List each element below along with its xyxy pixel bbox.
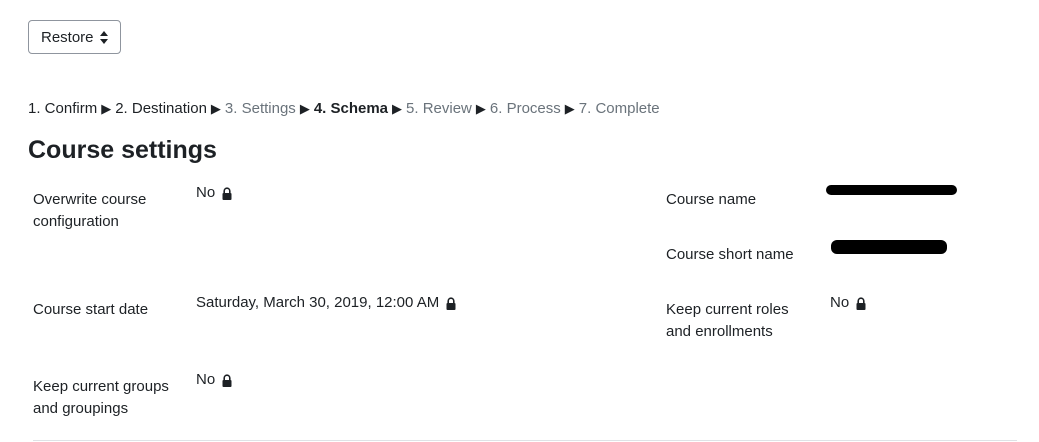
sort-caret-icon (100, 31, 108, 44)
step-destination: 2. Destination (115, 100, 207, 117)
step-confirm: 1. Confirm (28, 100, 98, 117)
lock-icon (856, 296, 866, 310)
keep-roles-value: No (830, 293, 866, 313)
course-name-redacted (826, 185, 957, 195)
step-separator: ▶ (392, 101, 403, 116)
step-complete: 7. Complete (578, 100, 660, 117)
section-divider (33, 440, 1017, 441)
step-review: 5. Review (406, 100, 472, 117)
start-date-text: Saturday, March 30, 2019, 12:00 AM (196, 294, 440, 311)
step-settings: 3. Settings (224, 100, 296, 117)
lock-icon (446, 296, 456, 310)
restore-dropdown-label: Restore (41, 28, 94, 46)
step-separator: ▶ (299, 101, 310, 116)
course-name-label: Course name (666, 191, 757, 208)
start-date-value: Saturday, March 30, 2019, 12:00 AM (196, 293, 456, 313)
short-name-redacted (831, 240, 947, 254)
restore-progress-bar: 1. Confirm ▶ 2. Destination ▶ 3. Settings ▶ 4.… (28, 100, 660, 117)
step-separator: ▶ (564, 101, 575, 116)
lock-icon (222, 186, 232, 200)
step-separator: ▶ (475, 101, 486, 116)
keep-groups-label: Keep current groups and groupings (33, 378, 169, 417)
section-title: Course settings (28, 136, 217, 164)
keep-roles-text: No (830, 294, 850, 311)
keep-groups-value: No (196, 370, 232, 390)
step-schema: 4. Schema (313, 100, 389, 117)
keep-roles-label: Keep current roles and enrollments (666, 301, 789, 340)
step-separator: ▶ (210, 101, 221, 116)
step-process: 6. Process (489, 100, 561, 117)
lock-icon (222, 373, 232, 387)
keep-groups-text: No (196, 371, 216, 388)
start-date-label: Course start date (33, 301, 149, 318)
overwrite-config-label: Overwrite course configuration (33, 191, 147, 230)
overwrite-config-text: No (196, 184, 216, 201)
step-separator: ▶ (101, 101, 112, 116)
restore-dropdown[interactable]: Restore (28, 20, 121, 54)
short-name-label: Course short name (666, 246, 794, 263)
overwrite-config-value: No (196, 183, 232, 203)
